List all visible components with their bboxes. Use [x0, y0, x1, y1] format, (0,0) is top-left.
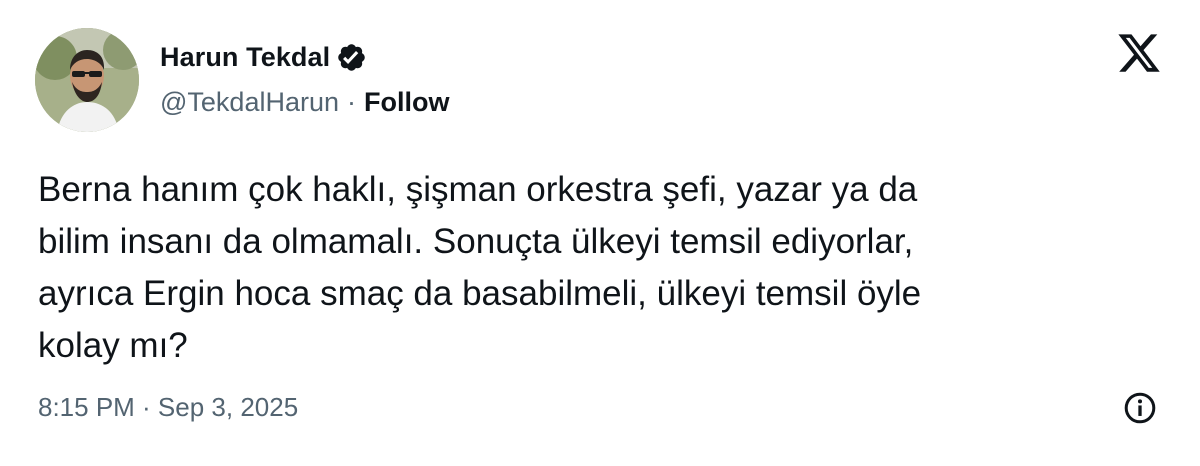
separator-dot: · — [347, 87, 356, 117]
follow-button[interactable]: Follow — [364, 85, 449, 119]
author-avatar[interactable] — [35, 28, 139, 132]
tweet-text: Berna hanım çok haklı, şişman orkestra ş… — [38, 170, 922, 365]
author-name-row: Harun Tekdal — [160, 40, 367, 74]
author-handle-row: @TekdalHarun · Follow — [160, 85, 449, 119]
tweet-card: Harun Tekdal @TekdalHarun · Follow Berna… — [0, 0, 1200, 466]
avatar-photo-icon — [35, 28, 139, 132]
author-handle[interactable]: @TekdalHarun — [160, 85, 339, 119]
info-icon[interactable] — [1122, 390, 1158, 426]
author-display-name[interactable]: Harun Tekdal — [160, 40, 330, 74]
verified-badge-icon — [338, 43, 365, 71]
x-logo-icon[interactable] — [1115, 30, 1163, 76]
tweet-timestamp[interactable]: 8:15 PM · Sep 3, 2025 — [38, 390, 298, 424]
